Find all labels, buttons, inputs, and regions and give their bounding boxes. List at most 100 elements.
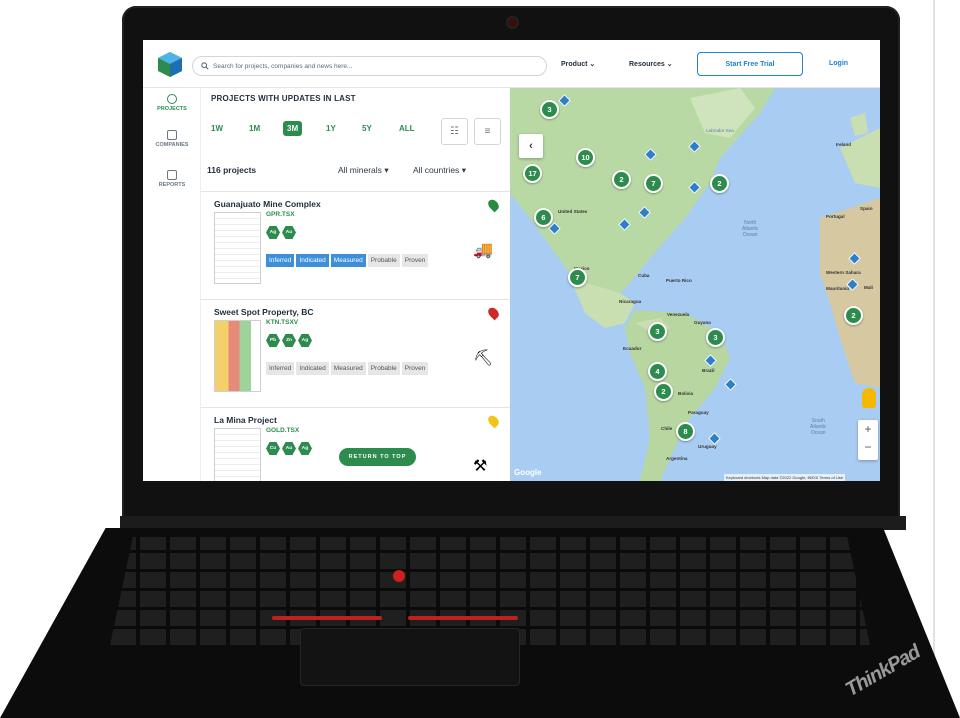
sidebar-item-reports[interactable]: REPORTS	[143, 170, 201, 188]
range-1w[interactable]: 1W	[207, 121, 227, 136]
drill-rig-icon: ⛏	[473, 350, 494, 367]
map-label: Cuba	[638, 273, 650, 278]
search-icon	[201, 62, 209, 70]
sidebar-item-label: REPORTS	[158, 182, 186, 188]
return-to-top-button[interactable]: RETURN TO TOP	[339, 448, 416, 466]
map-label: Chile	[661, 426, 673, 431]
project-card[interactable]: La Mina Project GOLD.TSX Cu Au Ag RETURN…	[201, 407, 510, 481]
resource-measured: Measured	[330, 254, 366, 267]
map-label: Puerto Rico	[666, 278, 692, 283]
filter-settings-button[interactable]: ☷	[441, 118, 468, 145]
project-ticker[interactable]: KTN.TSXV	[266, 319, 298, 326]
street-view-pegman-icon[interactable]	[862, 388, 876, 408]
divider	[933, 0, 935, 718]
zoom-out-icon[interactable]: −	[864, 440, 871, 454]
map-cluster[interactable]: 2	[710, 174, 729, 193]
map-label: Bolivia	[678, 391, 694, 396]
nav-product[interactable]: Product ⌄	[561, 60, 595, 68]
map-label: Argentina	[666, 456, 688, 461]
map-cluster[interactable]: 8	[676, 422, 695, 441]
map-cluster[interactable]: 7	[644, 174, 663, 193]
map-cluster[interactable]: 4	[648, 362, 667, 381]
nav-resources[interactable]: Resources ⌄	[629, 60, 673, 68]
sort-icon: ≡	[484, 126, 491, 137]
project-name: Sweet Spot Property, BC	[214, 307, 314, 317]
map-cluster[interactable]: 2	[844, 306, 863, 325]
map-label: Guyana	[694, 320, 711, 325]
project-name: Guanajuato Mine Complex	[214, 199, 321, 209]
sidebar-item-companies[interactable]: COMPANIES	[143, 130, 201, 148]
laptop-photo: ThinkPad Search for projects, companies …	[0, 0, 960, 718]
start-free-trial-button[interactable]: Start Free Trial	[697, 52, 803, 76]
resource-levels: Inferred Indicated Measured Probable Pro…	[266, 254, 429, 267]
chevron-down-icon: ⌄	[666, 61, 673, 68]
caret-down-icon: ▾	[384, 165, 389, 175]
app-logo[interactable]	[155, 50, 185, 78]
map-label: Ecuador	[623, 346, 642, 351]
map-label: Mali	[864, 285, 873, 290]
zoom-control[interactable]: + −	[858, 420, 878, 460]
range-1y[interactable]: 1Y	[322, 121, 340, 136]
resource-probable: Probable	[367, 362, 400, 375]
project-card[interactable]: Sweet Spot Property, BC KTN.TSXV Pb Zn A…	[201, 299, 510, 407]
webcam	[508, 18, 517, 27]
collapse-panel-button[interactable]: ‹	[519, 134, 543, 158]
project-ticker[interactable]: GPR.TSX	[266, 211, 295, 218]
map-cluster[interactable]: 3	[540, 100, 559, 119]
resource-probable: Probable	[367, 254, 400, 267]
map-label: Ireland	[836, 142, 852, 147]
resource-proven: Proven	[401, 362, 429, 375]
sort-button[interactable]: ≡	[474, 118, 501, 145]
mineral-badge: Cu	[266, 442, 280, 455]
mineral-badge: Ag	[298, 334, 312, 347]
mexico-flag-icon	[486, 197, 501, 213]
trackpoint	[393, 570, 405, 582]
search-placeholder: Search for projects, companies and news …	[213, 62, 353, 70]
mineral-badges: Pb Zn Ag	[266, 334, 312, 347]
chevron-down-icon: ⌄	[589, 61, 596, 68]
map-cluster[interactable]: 7	[568, 268, 587, 287]
ocean-label: North Atlantic Ocean	[742, 220, 759, 238]
range-1m[interactable]: 1M	[245, 121, 264, 136]
map-label: Portugal	[826, 214, 845, 219]
zoom-in-icon[interactable]: +	[864, 422, 871, 436]
countries-filter-label: All countries	[413, 165, 460, 175]
sidebar: PROJECTS COMPANIES REPORTS	[143, 88, 201, 481]
search-input[interactable]: Search for projects, companies and news …	[192, 56, 547, 76]
map-cluster[interactable]: 2	[654, 382, 673, 401]
range-5y[interactable]: 5Y	[358, 121, 376, 136]
project-list-panel: PROJECTS WITH UPDATES IN LAST 1W 1M 3M 1…	[201, 88, 510, 481]
range-all[interactable]: ALL	[395, 121, 419, 136]
mineral-badges: Cu Au Ag	[266, 442, 312, 455]
nav-product-label: Product	[561, 61, 588, 68]
caret-down-icon: ▾	[461, 165, 466, 175]
ore-cart-icon: ⚒	[473, 458, 488, 475]
countries-filter[interactable]: All countries ▾	[413, 165, 466, 176]
login-link[interactable]: Login	[829, 60, 848, 67]
globe-icon	[167, 94, 177, 104]
map-label: United States	[558, 209, 588, 214]
map-label: Labrador Sea	[706, 128, 734, 133]
project-map[interactable]: ‹ United States Cuba Puerto Rico Nicarag…	[510, 88, 880, 481]
map-label: Brazil	[702, 368, 715, 373]
mineral-badge: Pb	[266, 334, 280, 347]
google-logo: Google	[514, 468, 542, 477]
map-cluster[interactable]: 3	[648, 322, 667, 341]
map-attribution[interactable]: Keyboard shortcuts Map data ©2022 Google…	[724, 474, 845, 481]
range-3m[interactable]: 3M	[283, 121, 303, 136]
resource-proven: Proven	[401, 254, 429, 267]
map-cluster[interactable]: 6	[534, 208, 553, 227]
map-label: Venezuela	[667, 312, 690, 317]
project-card[interactable]: Guanajuato Mine Complex GPR.TSX Ag Au 🚚 …	[201, 191, 510, 299]
project-count: 116 projects	[207, 165, 257, 175]
project-name: La Mina Project	[214, 415, 277, 425]
map-cluster[interactable]: 10	[576, 148, 595, 167]
sidebar-item-projects[interactable]: PROJECTS	[143, 94, 201, 112]
minerals-filter[interactable]: All minerals ▾	[338, 165, 389, 176]
map-cluster[interactable]: 17	[523, 164, 542, 183]
map-cluster[interactable]: 2	[612, 170, 631, 189]
report-thumbnail	[214, 212, 261, 284]
sidebar-item-label: COMPANIES	[155, 142, 189, 148]
project-ticker[interactable]: GOLD.TSX	[266, 427, 299, 434]
map-cluster[interactable]: 3	[706, 328, 725, 347]
